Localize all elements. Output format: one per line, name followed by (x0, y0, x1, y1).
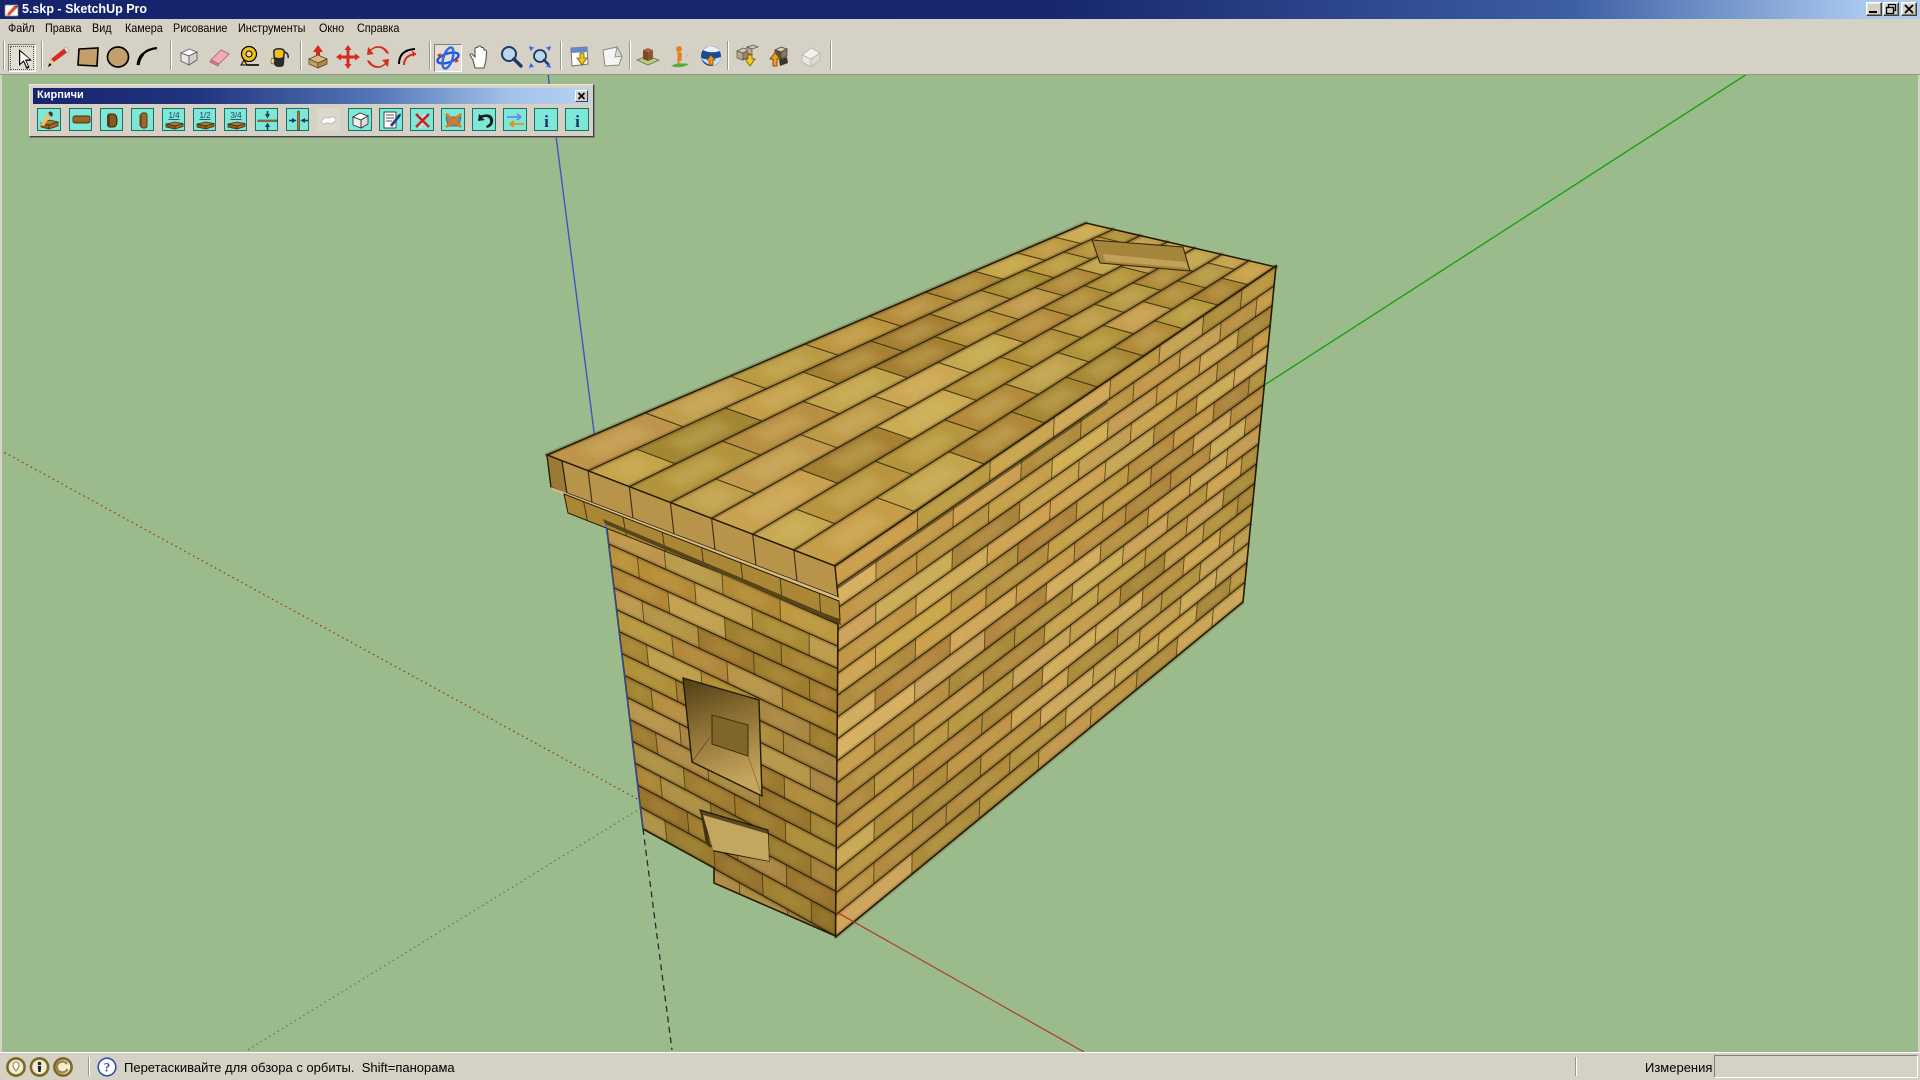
svg-text:3/4: 3/4 (230, 111, 242, 120)
svg-text:1/2: 1/2 (199, 111, 211, 120)
svg-text:i: i (545, 112, 550, 131)
svg-text:?: ? (104, 1060, 111, 1075)
svg-text:1/4: 1/4 (168, 111, 180, 120)
svg-text:i: i (576, 112, 581, 131)
